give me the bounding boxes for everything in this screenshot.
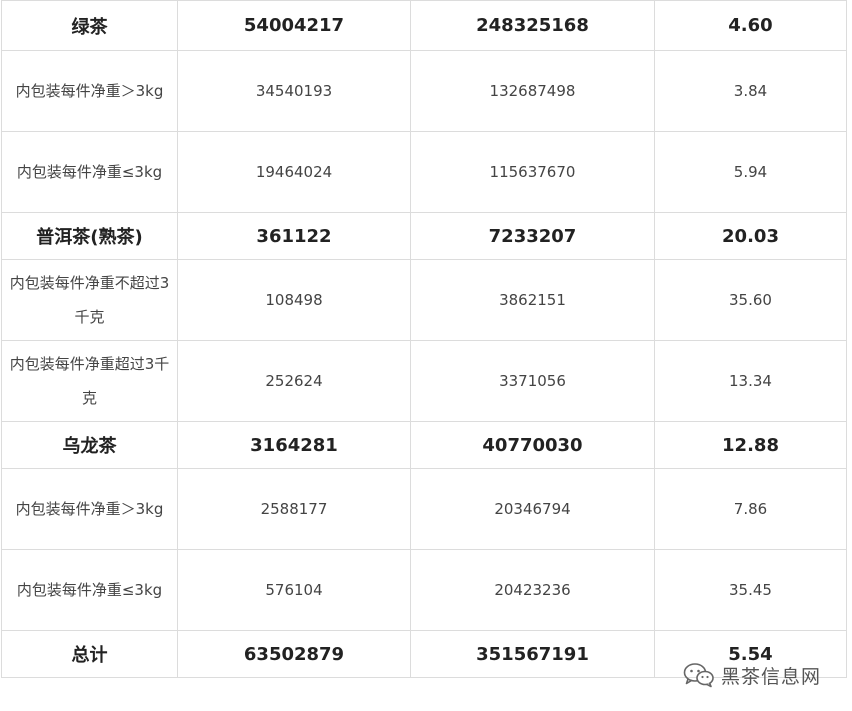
table-row: 内包装每件净重＞3kg 34540193 132687498 3.84: [1, 50, 847, 132]
cell-value: 351567191: [410, 630, 655, 678]
watermark-text: 黑茶信息网: [721, 665, 822, 688]
cell-value: 20.03: [654, 212, 847, 260]
cell-value: 63502879: [177, 630, 411, 678]
table-row: 内包装每件净重≤3kg 19464024 115637670 5.94: [1, 131, 847, 213]
row-label: 乌龙茶: [1, 421, 178, 469]
cell-value: 20346794: [410, 468, 655, 550]
cell-value: 34540193: [177, 50, 411, 132]
table-row: 内包装每件净重≤3kg 576104 20423236 35.45: [1, 549, 847, 631]
cell-value: 40770030: [410, 421, 655, 469]
cell-value: 54004217: [177, 0, 411, 51]
cell-value: 248325168: [410, 0, 655, 51]
cell-value: 13.34: [654, 340, 847, 422]
table-row: 内包装每件净重不超过3千克 108498 3862151 35.60: [1, 259, 847, 341]
table-row-green-tea: 绿茶 54004217 248325168 4.60: [1, 0, 847, 51]
cell-value: 3164281: [177, 421, 411, 469]
cell-value: 252624: [177, 340, 411, 422]
row-label: 内包装每件净重≤3kg: [1, 131, 178, 213]
row-label: 内包装每件净重＞3kg: [1, 50, 178, 132]
row-label: 内包装每件净重＞3kg: [1, 468, 178, 550]
table-row: 内包装每件净重超过3千克 252624 3371056 13.34: [1, 340, 847, 422]
cell-value: 7233207: [410, 212, 655, 260]
cell-value: 2588177: [177, 468, 411, 550]
cell-value: 3862151: [410, 259, 655, 341]
cell-value: 20423236: [410, 549, 655, 631]
cell-value: 19464024: [177, 131, 411, 213]
row-label: 内包装每件净重≤3kg: [1, 549, 178, 631]
cell-value: 361122: [177, 212, 411, 260]
cell-value: 132687498: [410, 50, 655, 132]
watermark: 黑茶信息网: [683, 660, 821, 690]
cell-value: 35.45: [654, 549, 847, 631]
table-row-pu-erh: 普洱茶(熟茶) 361122 7233207 20.03: [1, 212, 847, 260]
cell-value: 3371056: [410, 340, 655, 422]
cell-value: 35.60: [654, 259, 847, 341]
table-row: 内包装每件净重＞3kg 2588177 20346794 7.86: [1, 468, 847, 550]
cell-value: 7.86: [654, 468, 847, 550]
cell-value: 576104: [177, 549, 411, 631]
row-label: 内包装每件净重超过3千克: [1, 340, 178, 422]
row-label: 普洱茶(熟茶): [1, 212, 178, 260]
cell-value: 12.88: [654, 421, 847, 469]
table-body: 绿茶 54004217 248325168 4.60 内包装每件净重＞3kg 3…: [1, 0, 847, 678]
cell-value: 4.60: [654, 0, 847, 51]
wechat-icon: [683, 662, 715, 688]
cell-value: 115637670: [410, 131, 655, 213]
tea-export-table: 绿茶 54004217 248325168 4.60 内包装每件净重＞3kg 3…: [1, 0, 847, 678]
row-label: 总计: [1, 630, 178, 678]
cell-value: 108498: [177, 259, 411, 341]
cell-value: 3.84: [654, 50, 847, 132]
cell-value: 5.94: [654, 131, 847, 213]
row-label: 绿茶: [1, 0, 178, 51]
table-row-oolong: 乌龙茶 3164281 40770030 12.88: [1, 421, 847, 469]
row-label: 内包装每件净重不超过3千克: [1, 259, 178, 341]
